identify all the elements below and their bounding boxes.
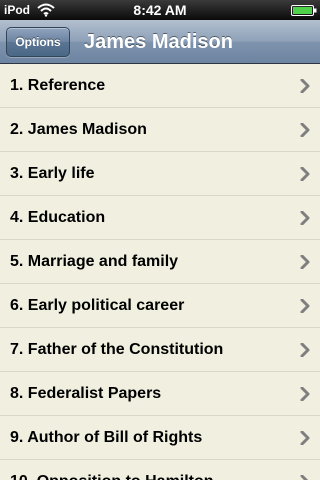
navigation-bar: Options James Madison [0,20,320,64]
chevron-right-icon [300,255,310,269]
options-button[interactable]: Options [6,27,70,57]
list-item-label: 9. Author of Bill of Rights [10,429,203,446]
chevron-right-icon [300,79,310,93]
chevron-right-icon [300,475,309,480]
list-item-label: 8. Federalist Papers [10,385,162,402]
list-item[interactable]: 3. Early life [0,152,320,196]
list-item-label: 10. Opposition to Hamilton [10,460,214,480]
list-item[interactable]: 2. James Madison [0,108,320,152]
list-item-label: 3. Early life [10,165,95,182]
list-item[interactable]: 6. Early political career [0,284,320,328]
list-item-label: 6. Early political career [10,297,185,314]
chevron-right-icon [300,343,310,357]
status-bar: iPod 8:42 AM [0,0,320,20]
list-item-label: 4. Education [10,209,106,226]
list-item[interactable]: 9. Author of Bill of Rights [0,416,320,460]
battery-icon [291,5,317,16]
chevron-right-icon [300,211,310,225]
chevron-right-icon [300,167,310,181]
chevron-right-icon [300,123,310,137]
chevron-right-icon [300,387,310,401]
list-item[interactable]: 1. Reference [0,64,320,108]
list-item-label: 1. Reference [10,77,106,94]
list-item[interactable]: 10. Opposition to Hamilton [0,460,320,480]
chapter-list[interactable]: 1. Reference 2. James Madison 3. Early l… [0,64,320,480]
page-title: James Madison [84,31,233,53]
list-item[interactable]: 4. Education [0,196,320,240]
chevron-right-icon [300,299,310,313]
clock: 8:42 AM [133,2,187,18]
list-item[interactable]: 7. Father of the Constitution [0,328,320,372]
chevron-right-icon [300,431,310,445]
list-item-label: 7. Father of the Constitution [10,341,224,358]
list-item[interactable]: 5. Marriage and family [0,240,320,284]
list-item-label: 2. James Madison [10,121,147,138]
list-item-label: 5. Marriage and family [10,253,179,270]
list-item[interactable]: 8. Federalist Papers [0,372,320,416]
